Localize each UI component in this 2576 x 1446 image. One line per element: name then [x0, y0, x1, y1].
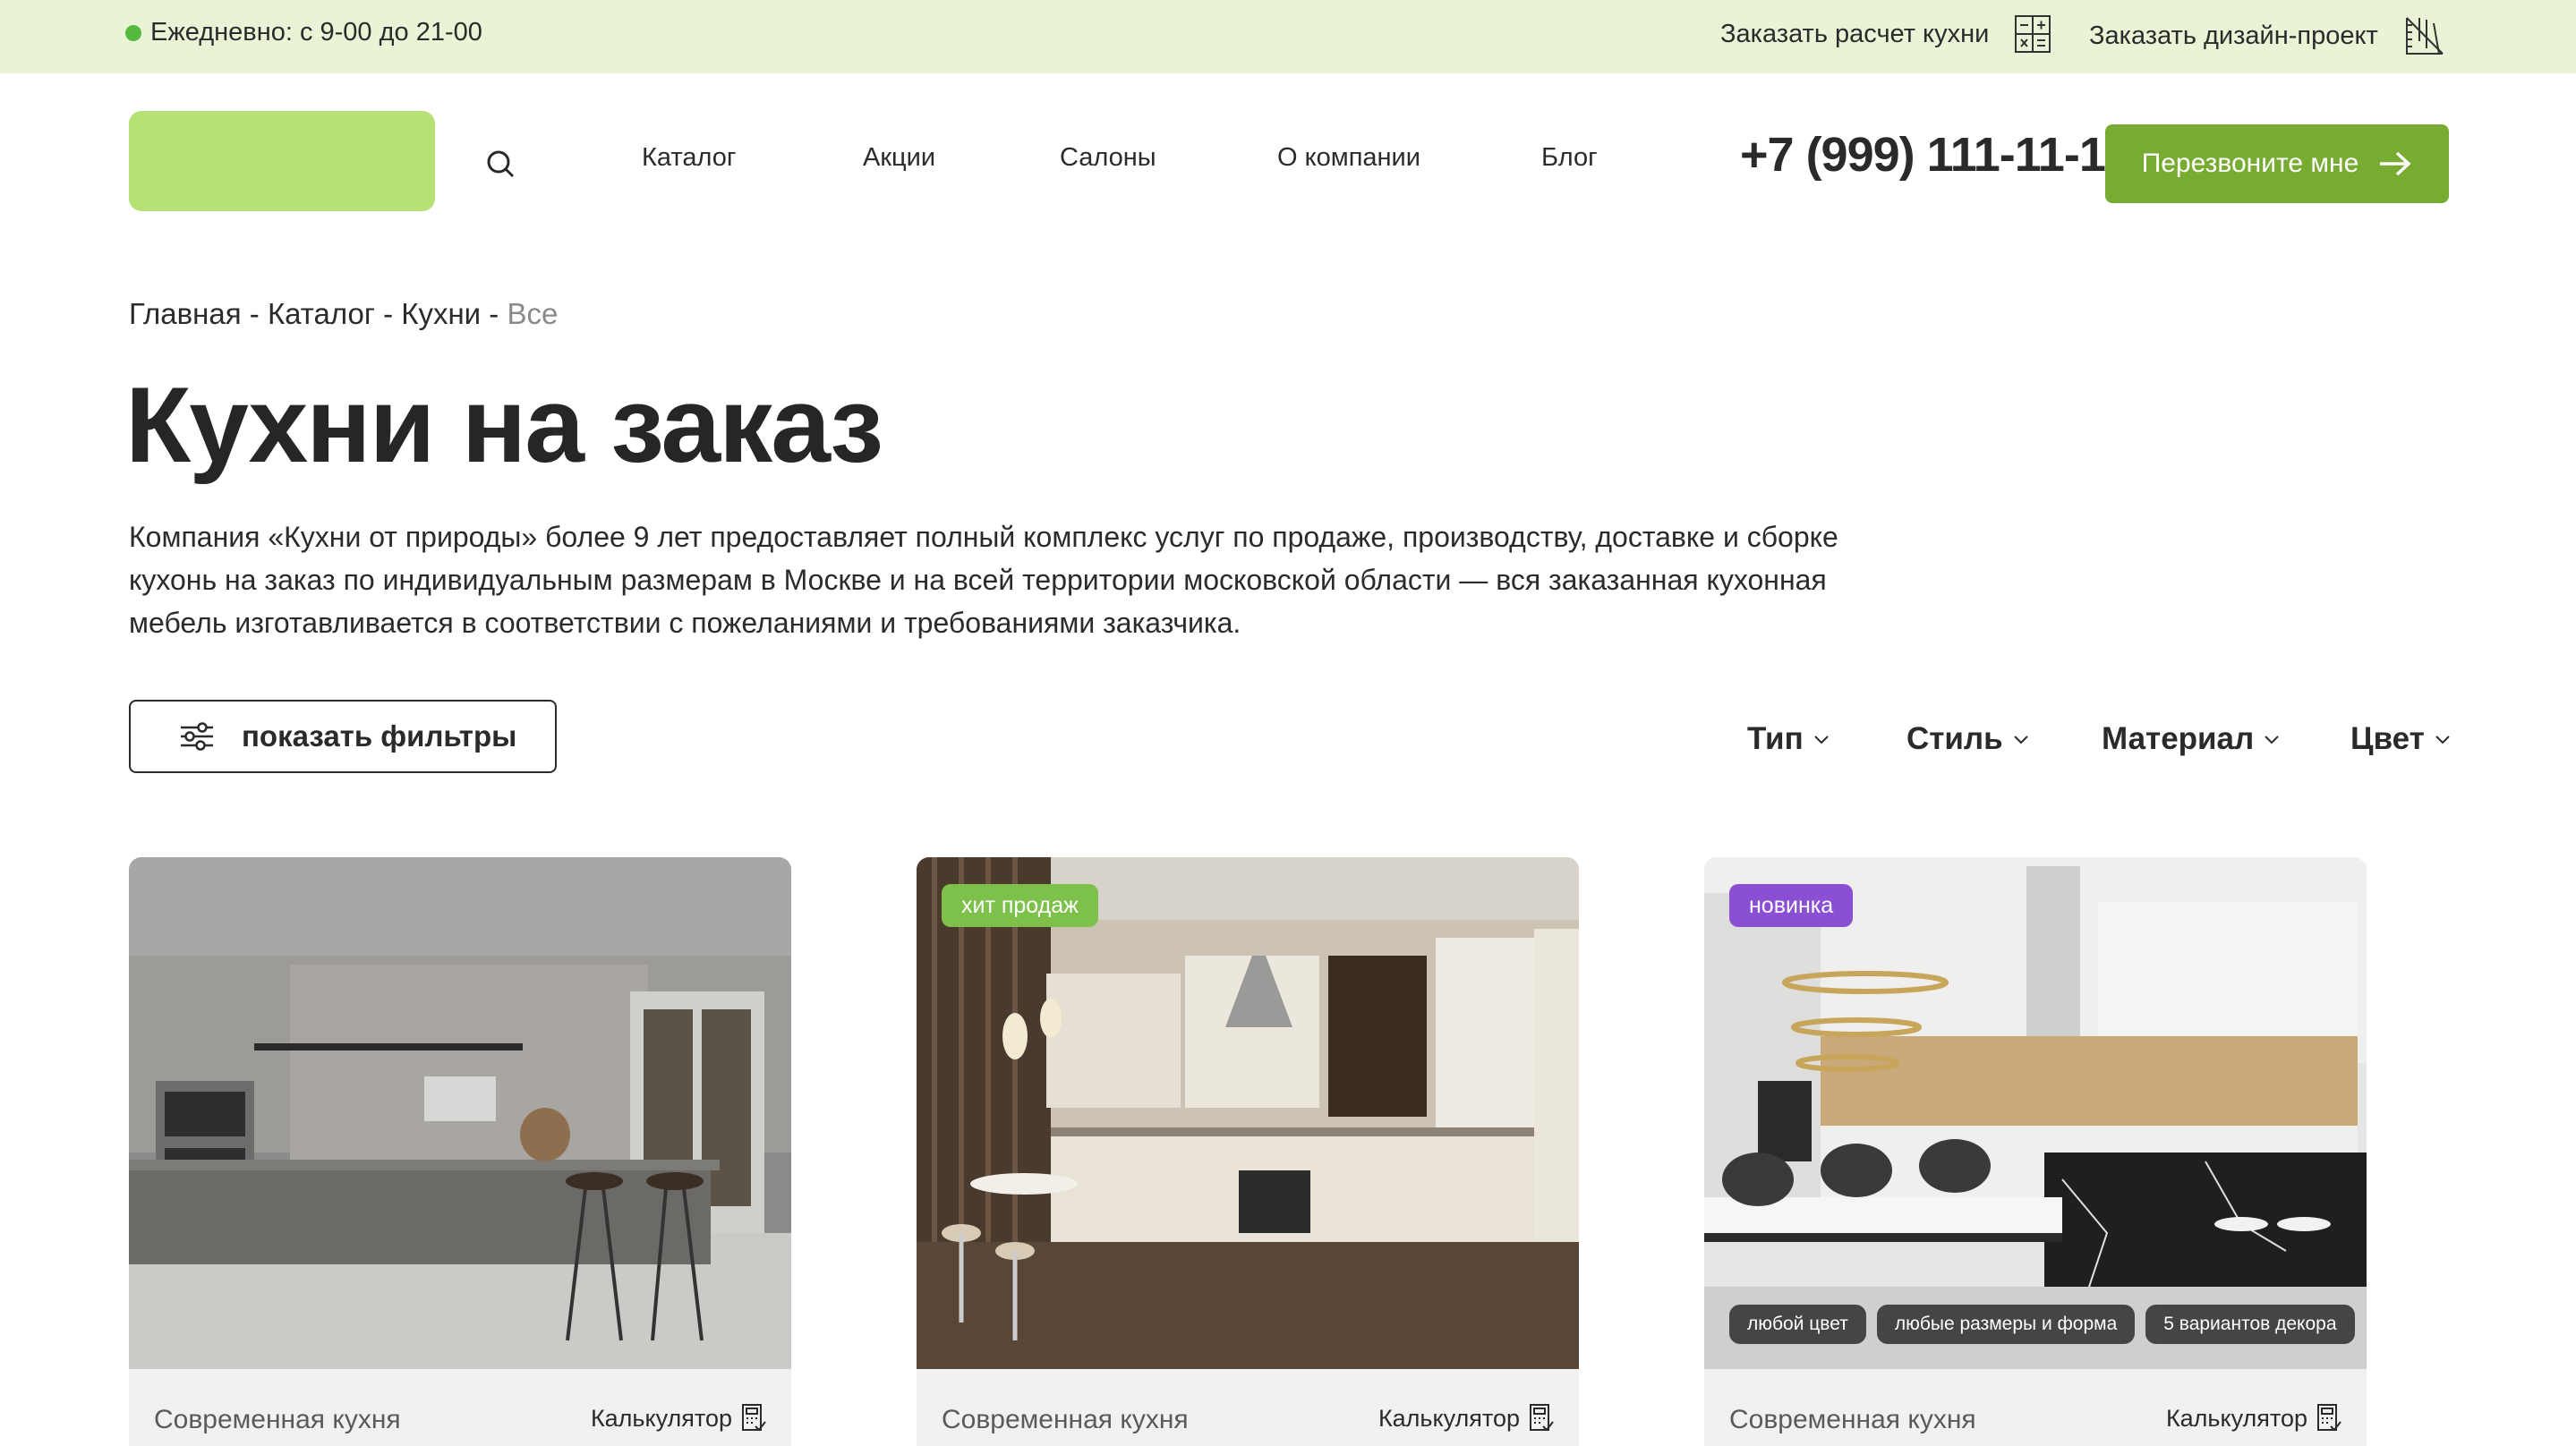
feature-tag: 5 вариантов декора	[2145, 1305, 2355, 1344]
filter-material-dropdown[interactable]: Материал	[2102, 721, 2281, 757]
card-title[interactable]: Современная кухня	[154, 1405, 401, 1435]
badge-bestseller: хит продаж	[942, 884, 1098, 927]
nav-salons[interactable]: Салоны	[1060, 143, 1156, 173]
order-kitchen-calc-label: Заказать расчет кухни	[1720, 19, 1990, 48]
working-hours: Ежедневно: с 9-00 до 21-00	[125, 18, 482, 47]
breadcrumb-catalog[interactable]: Каталог	[268, 297, 375, 331]
search-icon	[487, 150, 515, 178]
calculator-icon	[2317, 1404, 2341, 1432]
feature-tag: любой цвет	[1729, 1305, 1866, 1344]
filter-style-label: Стиль	[1906, 721, 2003, 756]
search-button[interactable]	[480, 143, 521, 184]
badge-new: новинка	[1729, 884, 1854, 927]
calculator-label: Калькулятор	[1378, 1404, 1520, 1432]
calculator-icon	[1530, 1404, 1554, 1432]
chevron-down-icon	[2435, 736, 2450, 744]
show-filters-button[interactable]: показать фильтры	[129, 700, 557, 773]
product-card[interactable]: новинка любой цвет любые размеры и форма…	[1704, 857, 2367, 1446]
calculator-grid-icon	[2014, 14, 2051, 54]
filter-material-label: Материал	[2102, 721, 2255, 756]
filter-type-label: Тип	[1747, 721, 1804, 756]
calculator-link[interactable]: Калькулятор	[2166, 1403, 2341, 1433]
page-intro: Компания «Кухни от природы» более 9 лет …	[129, 521, 1838, 639]
ruler-triangle-icon	[2403, 14, 2446, 57]
nav-catalog[interactable]: Каталог	[642, 143, 736, 173]
working-hours-text: Ежедневно: с 9-00 до 21-00	[150, 18, 482, 47]
nav-blog[interactable]: Блог	[1541, 143, 1598, 173]
order-kitchen-calc-link[interactable]: Заказать расчет кухни	[1720, 14, 2051, 54]
filter-style-dropdown[interactable]: Стиль	[1906, 721, 2030, 757]
site-logo[interactable]	[129, 111, 435, 211]
breadcrumb: Главная - Каталог - Кухни - Все	[129, 297, 559, 331]
breadcrumb-kitchens[interactable]: Кухни	[401, 297, 481, 331]
chevron-down-icon	[2013, 736, 2028, 744]
product-card[interactable]: Современная кухня Калькулятор	[129, 857, 791, 1446]
feature-tags: любой цвет любые размеры и форма 5 вариа…	[1729, 1305, 2355, 1344]
chevron-down-icon	[2265, 736, 2279, 744]
filter-type-dropdown[interactable]: Тип	[1747, 721, 1830, 757]
chevron-down-icon	[1813, 736, 1829, 744]
calculator-label: Калькулятор	[590, 1404, 732, 1432]
breadcrumb-current: Все	[507, 297, 559, 330]
filter-color-dropdown[interactable]: Цвет	[2350, 721, 2452, 757]
callback-button[interactable]: Перезвоните мне	[2105, 124, 2449, 203]
arrow-right-icon	[2380, 151, 2411, 176]
calculator-icon	[742, 1404, 766, 1432]
nav-about[interactable]: О компании	[1277, 143, 1420, 173]
filter-sliders-icon	[181, 722, 213, 751]
calculator-link[interactable]: Калькулятор	[1378, 1403, 1554, 1433]
order-design-project-link[interactable]: Заказать дизайн-проект	[2089, 14, 2446, 57]
product-card[interactable]: хит продаж Современная кухня Калькулятор	[917, 857, 1579, 1446]
breadcrumb-home[interactable]: Главная	[129, 297, 242, 331]
top-info-bar: Ежедневно: с 9-00 до 21-00 Заказать расч…	[0, 0, 2576, 73]
feature-tag: любые размеры и форма	[1876, 1305, 2136, 1344]
phone-number[interactable]: +7 (999) 111-11-11	[1740, 127, 2129, 183]
page-title: Кухни на заказ	[125, 365, 883, 485]
callback-button-label: Перезвоните мне	[2141, 149, 2359, 178]
status-dot-icon	[125, 24, 141, 41]
order-design-project-label: Заказать дизайн-проект	[2089, 21, 2378, 50]
kitchen-photo[interactable]	[1704, 857, 2367, 1369]
card-title[interactable]: Современная кухня	[1729, 1405, 1976, 1435]
filter-color-label: Цвет	[2350, 721, 2425, 756]
kitchen-photo[interactable]	[917, 857, 1579, 1369]
kitchen-photo[interactable]	[129, 857, 791, 1369]
calculator-label: Калькулятор	[2165, 1404, 2307, 1432]
calculator-link[interactable]: Калькулятор	[591, 1403, 766, 1433]
card-title[interactable]: Современная кухня	[942, 1405, 1189, 1435]
nav-promotions[interactable]: Акции	[863, 143, 935, 173]
show-filters-label: показать фильтры	[242, 719, 517, 753]
